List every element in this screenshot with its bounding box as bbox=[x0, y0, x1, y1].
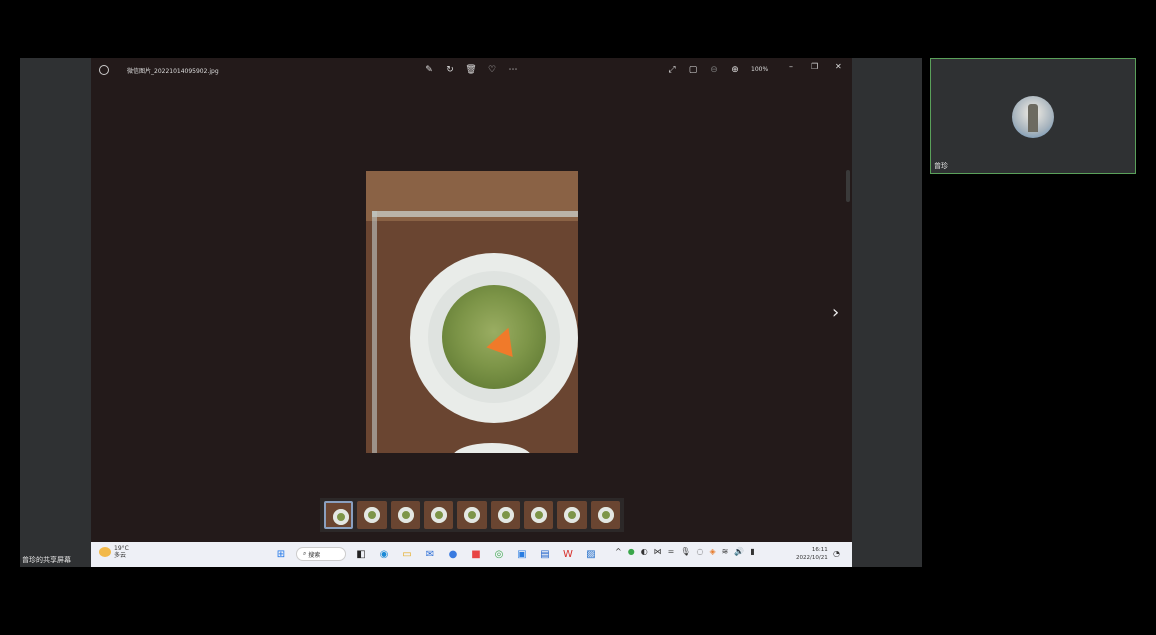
chrome-icon[interactable]: ● bbox=[445, 546, 461, 562]
edge-browser-icon[interactable]: ◉ bbox=[376, 546, 392, 562]
scrollbar-thumb[interactable] bbox=[846, 170, 850, 202]
filmstrip-thumbnail[interactable] bbox=[324, 501, 354, 529]
tray-app-icon[interactable]: = bbox=[668, 547, 675, 556]
photo-plate-inner bbox=[428, 271, 560, 403]
screen-share-area: 微信图片_20221014095902.jpg ✎ ↻ 🗑 ♡ ⋯ ⤢ ▢ ⊖ … bbox=[20, 58, 922, 567]
filmstrip-thumbnail[interactable] bbox=[390, 501, 421, 529]
mail-icon[interactable]: ✉ bbox=[422, 546, 438, 562]
filmstrip bbox=[320, 498, 624, 532]
clock-time: 16:11 bbox=[811, 547, 828, 553]
photo-viewer-image[interactable] bbox=[366, 171, 578, 453]
taskbar-apps: ⊞ ⌕ 搜索 ◧ ◉ ▭ ✉ ● ■ ◎ ▣ ▤ W ▨ bbox=[273, 546, 599, 562]
file-explorer-icon[interactable]: ▭ bbox=[399, 546, 415, 562]
windows-taskbar: 19°C 多云 ⊞ ⌕ 搜索 ◧ ◉ ▭ ✉ ● ■ ◎ ▣ ▤ W ▨ ^ ●… bbox=[91, 542, 852, 567]
photo-carrot-garnish bbox=[486, 322, 522, 358]
weather-condition: 多云 bbox=[114, 552, 127, 559]
red-app-icon[interactable]: ■ bbox=[468, 546, 484, 562]
tray-app-icon[interactable]: ◐ bbox=[641, 547, 648, 556]
delete-icon[interactable]: 🗑 bbox=[465, 64, 477, 76]
zoom-level: 100% bbox=[751, 66, 769, 73]
task-view-icon[interactable]: ◧ bbox=[353, 546, 369, 562]
photo-food bbox=[442, 285, 546, 389]
photos-taskbar-icon[interactable]: ▨ bbox=[583, 546, 599, 562]
zoom-in-icon[interactable]: ⊕ bbox=[729, 64, 741, 76]
participant-tile[interactable]: 曾珍 bbox=[930, 58, 1136, 174]
microphone-icon[interactable]: 🎙 bbox=[680, 547, 690, 556]
favorite-icon[interactable]: ♡ bbox=[486, 64, 498, 76]
wps-app-icon[interactable]: W bbox=[560, 546, 576, 562]
next-photo-chevron-icon[interactable]: › bbox=[832, 302, 839, 323]
edit-icon[interactable]: ✎ bbox=[423, 64, 435, 76]
fullscreen-icon[interactable]: ⤢ bbox=[666, 64, 678, 76]
filmstrip-thumbnail[interactable] bbox=[490, 501, 521, 529]
temperature: 19°C bbox=[114, 545, 129, 552]
photos-titlebar: 微信图片_20221014095902.jpg ✎ ↻ 🗑 ♡ ⋯ ⤢ ▢ ⊖ … bbox=[91, 58, 852, 82]
filmstrip-thumbnail[interactable] bbox=[424, 501, 454, 529]
filmstrip-thumbnail[interactable] bbox=[590, 501, 621, 529]
zoom-out-icon[interactable]: ⊖ bbox=[708, 64, 720, 76]
filmstrip-thumbnail[interactable] bbox=[357, 501, 387, 529]
fit-icon[interactable]: ▢ bbox=[687, 64, 699, 76]
participant-avatar bbox=[1012, 96, 1054, 138]
photo-second-plate bbox=[452, 443, 532, 453]
battery-icon[interactable]: ▮ bbox=[750, 547, 754, 556]
more-icon[interactable]: ⋯ bbox=[507, 64, 519, 76]
start-windows-icon[interactable]: ⊞ bbox=[273, 546, 289, 562]
photos-app-icon bbox=[99, 65, 109, 75]
blue-app-icon[interactable]: ▣ bbox=[514, 546, 530, 562]
green-app-icon[interactable]: ◎ bbox=[491, 546, 507, 562]
photo-tray-edge bbox=[372, 211, 578, 217]
tray-app-icon[interactable]: ◈ bbox=[710, 547, 716, 556]
wifi-icon[interactable]: ≋ bbox=[722, 547, 729, 556]
photos-app-window: 微信图片_20221014095902.jpg ✎ ↻ 🗑 ♡ ⋯ ⤢ ▢ ⊖ … bbox=[91, 58, 852, 542]
filmstrip-thumbnail[interactable] bbox=[457, 501, 487, 529]
notification-icon[interactable]: ◔ bbox=[833, 549, 840, 558]
system-tray: ^ ● ◐ ⋈ = 🎙 ◌ ◈ ≋ 🔊 ▮ bbox=[615, 547, 755, 556]
taskbar-clock[interactable]: 16:11 2022/10/21 bbox=[796, 546, 828, 562]
weather-widget[interactable]: 19°C 多云 bbox=[99, 545, 129, 559]
volume-icon[interactable]: 🔊 bbox=[734, 547, 744, 556]
cloudy-weather-icon bbox=[99, 547, 111, 557]
tray-chevron-up-icon[interactable]: ^ bbox=[615, 547, 622, 556]
clock-date: 2022/10/21 bbox=[796, 555, 828, 561]
tray-app-icon[interactable]: ◌ bbox=[697, 547, 704, 556]
restore-button[interactable]: ❐ bbox=[811, 62, 818, 71]
filmstrip-thumbnail[interactable] bbox=[557, 501, 587, 529]
participant-name: 曾珍 bbox=[934, 162, 948, 170]
file-name: 微信图片_20221014095902.jpg bbox=[127, 68, 219, 75]
close-button[interactable]: ✕ bbox=[835, 62, 842, 71]
tray-app-icon[interactable]: ⋈ bbox=[654, 547, 662, 556]
meeting-app-icon[interactable]: ▤ bbox=[537, 546, 553, 562]
taskbar-search[interactable]: ⌕ 搜索 bbox=[296, 547, 346, 561]
minimize-button[interactable]: – bbox=[789, 62, 793, 71]
filmstrip-thumbnail[interactable] bbox=[524, 501, 554, 529]
rotate-icon[interactable]: ↻ bbox=[444, 64, 456, 76]
photo-plate bbox=[410, 253, 578, 423]
search-label: 搜索 bbox=[308, 551, 321, 559]
photo-tray-side bbox=[372, 211, 377, 453]
screen-share-label: 曾珍的共享屏幕 bbox=[22, 556, 71, 564]
meeting-stage: 微信图片_20221014095902.jpg ✎ ↻ 🗑 ♡ ⋯ ⤢ ▢ ⊖ … bbox=[0, 0, 1156, 635]
tray-app-icon[interactable]: ● bbox=[628, 547, 635, 556]
